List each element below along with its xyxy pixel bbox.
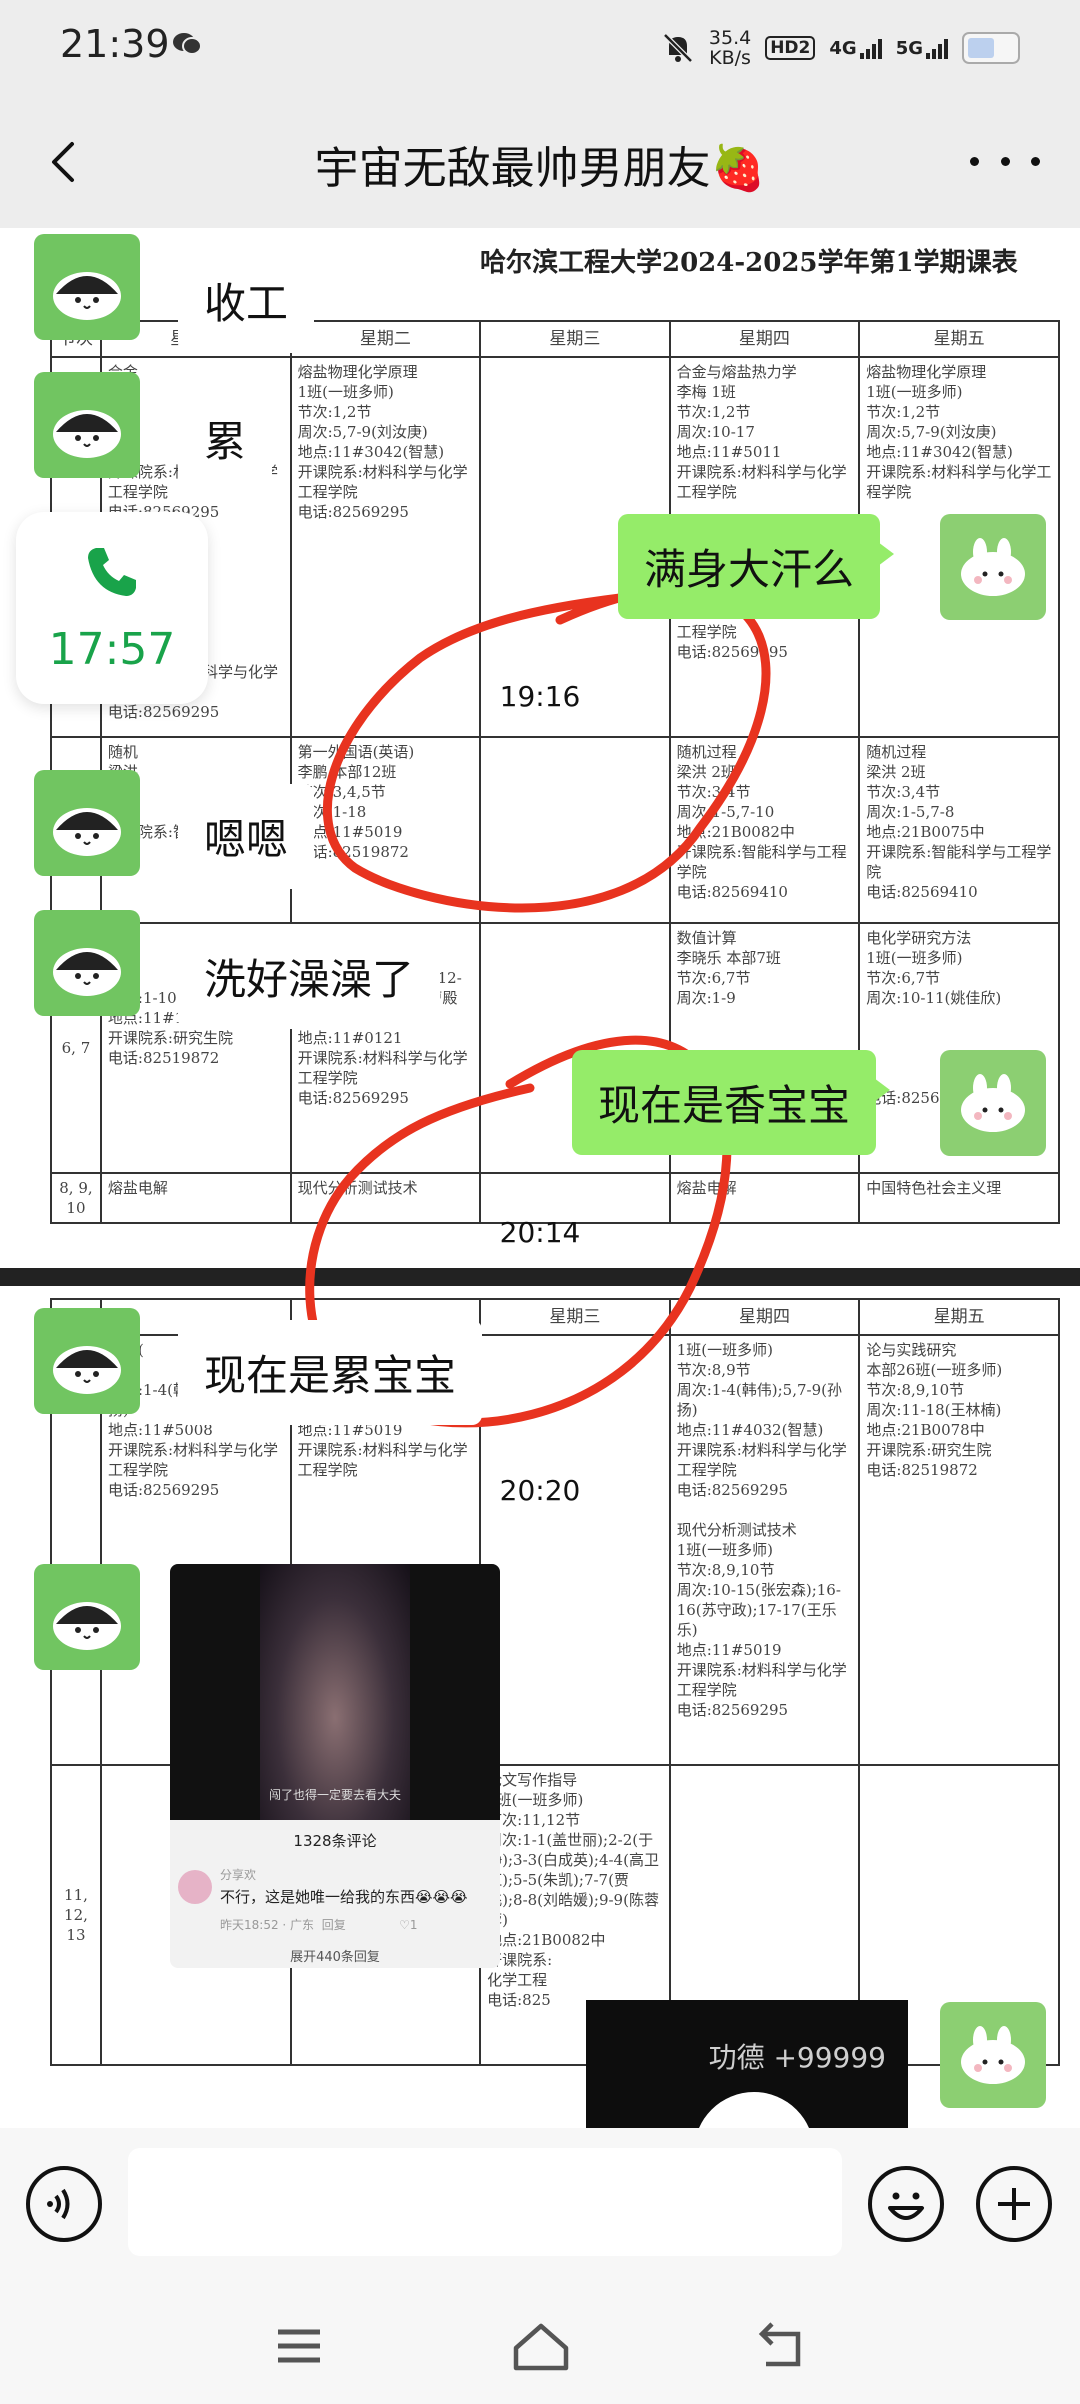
avatar-bunny-icon (961, 2026, 1025, 2084)
avatar-self[interactable] (940, 514, 1046, 620)
call-duration: 17:57 (48, 624, 176, 675)
message-bubble-outgoing[interactable]: 满身大汗么 (618, 514, 895, 619)
comment-meta: 昨天18:52 · 广东 回复 ♡1 (220, 1918, 418, 1932)
table-cell (479, 736, 671, 924)
comment-count: 1328条评论 (293, 1832, 377, 1850)
avatar[interactable] (34, 372, 140, 478)
table-header: 星期四 (668, 320, 861, 358)
comment-user: 分享欢 (220, 1868, 257, 1882)
phone-icon (88, 548, 136, 596)
table-header: 星期五 (858, 320, 1060, 358)
home-icon[interactable] (510, 2318, 572, 2374)
message-bubble-incoming[interactable]: 嗯嗯 (178, 784, 315, 889)
avatar-dumpling-icon (53, 948, 121, 996)
table-header: 星期四 (668, 1298, 861, 1336)
table-cell (479, 1334, 671, 1766)
message-bubble-incoming[interactable]: 洗好澡澡了 (178, 924, 441, 1029)
avatar-bunny-icon (961, 1074, 1025, 1132)
table-header: 星期二 (289, 320, 482, 358)
video-share-card[interactable]: 闯了也得一定要去看大夫 1328条评论 分享欢 不行，这是她唯一给我的东西😭😭😭… (170, 1564, 500, 1968)
message-bubble-incoming[interactable]: 收工 (178, 248, 315, 353)
avatar[interactable] (34, 1308, 140, 1414)
battery-icon (962, 32, 1020, 64)
emoji-icon[interactable] (868, 2166, 944, 2242)
wechat-icon (173, 33, 202, 55)
status-time: 21:39 (60, 22, 170, 66)
avatar-dumpling-icon (53, 272, 121, 320)
menu-icon[interactable] (274, 2326, 324, 2366)
table-cell: 11, 12, 13 (50, 1764, 102, 2066)
floating-call-card[interactable]: 17:57 (16, 512, 208, 704)
schedule-image-top[interactable]: 哈尔滨工程大学2024-2025学年第1学期课表 节次 星期一 星期二 星期三 … (50, 228, 1080, 1256)
video-caption: 闯了也得一定要去看大夫 (268, 1788, 401, 1802)
avatar-self[interactable] (940, 1050, 1046, 1156)
input-bar (0, 2128, 1080, 2278)
message-bubble-incoming[interactable]: 累 (178, 386, 273, 491)
avatar[interactable] (34, 770, 140, 876)
plus-icon[interactable] (976, 2166, 1052, 2242)
avatar[interactable] (34, 1564, 140, 1670)
table-header: 星期三 (479, 1298, 671, 1336)
avatar-self[interactable] (940, 2002, 1046, 2108)
video-thumbnail: 闯了也得一定要去看大夫 (170, 1564, 500, 1820)
avatar[interactable] (34, 234, 140, 340)
status-bar: 21:39 35.4 KB/s HD2 4G 5G (0, 0, 1080, 96)
chat-header: 宇宙无敌最帅男朋友🍓 (0, 96, 1080, 228)
signal-5g-icon: 5G (896, 37, 948, 59)
table-cell: 第一外国语(英语) 李鹏 本部12班 节次:3,4,5节 周次:1-18 地点:… (289, 736, 482, 924)
avatar-dumpling-icon (53, 1346, 121, 1394)
more-dots-icon[interactable] (970, 136, 1040, 186)
voice-icon[interactable] (26, 2166, 102, 2242)
expand-replies: 展开440条回复 (290, 1950, 380, 1965)
video-face-image (260, 1564, 410, 1820)
schedule-title: 哈尔滨工程大学2024-2025学年第1学期课表 (480, 248, 1018, 278)
table-cell: 随机过程 梁洪 2班 节次:3,4节 周次:1-5,7-8 地点:21B0075… (858, 736, 1060, 924)
table-cell: 论与实践研究 本部26班(一班多师) 节次:8,9,10节 周次:11-18(王… (858, 1334, 1060, 1766)
message-input[interactable] (128, 2148, 842, 2256)
table-cell: 1班(一班多师) 节次:8,9节 周次:1-4(韩伟);5,7-9(孙扬) 地点… (668, 1334, 861, 1766)
avatar-bunny-icon (961, 538, 1025, 596)
table-cell: 随机过程 梁洪 2班 节次:3,4节 周次:1-5,7-10 地点:21B008… (668, 736, 861, 924)
back-icon[interactable] (754, 2320, 810, 2370)
comment-text: 不行，这是她唯一给我的东西😭😭😭 (220, 1888, 468, 1906)
avatar[interactable] (34, 910, 140, 1016)
wooden-fish-icon (694, 2092, 814, 2128)
message-timestamp: 20:20 (499, 1474, 581, 1507)
merit-text: 功德 +99999 (708, 2041, 886, 2074)
image-divider (0, 1268, 1080, 1286)
mute-icon (663, 33, 693, 63)
signal-icon: 4G (829, 37, 882, 59)
message-bubble-outgoing[interactable]: 现在是香宝宝 (572, 1050, 891, 1155)
hd-badge: HD2 (765, 36, 816, 60)
message-timestamp: 20:14 (499, 1216, 581, 1249)
comment-avatar (178, 1870, 212, 1904)
avatar-dumpling-icon (53, 1602, 121, 1650)
system-nav-bar (0, 2278, 1080, 2404)
message-bubble-incoming[interactable]: 现在是累宝宝 (178, 1320, 483, 1425)
table-header: 星期三 (479, 320, 671, 358)
avatar-dumpling-icon (53, 808, 121, 856)
net-speed: 35.4 KB/s (708, 27, 752, 69)
avatar-dumpling-icon (53, 410, 121, 458)
table-header: 星期五 (858, 1298, 1060, 1336)
merit-overlay[interactable]: 功德 +99999 (586, 2000, 908, 2128)
chat-title: 宇宙无敌最帅男朋友🍓 (314, 143, 766, 194)
